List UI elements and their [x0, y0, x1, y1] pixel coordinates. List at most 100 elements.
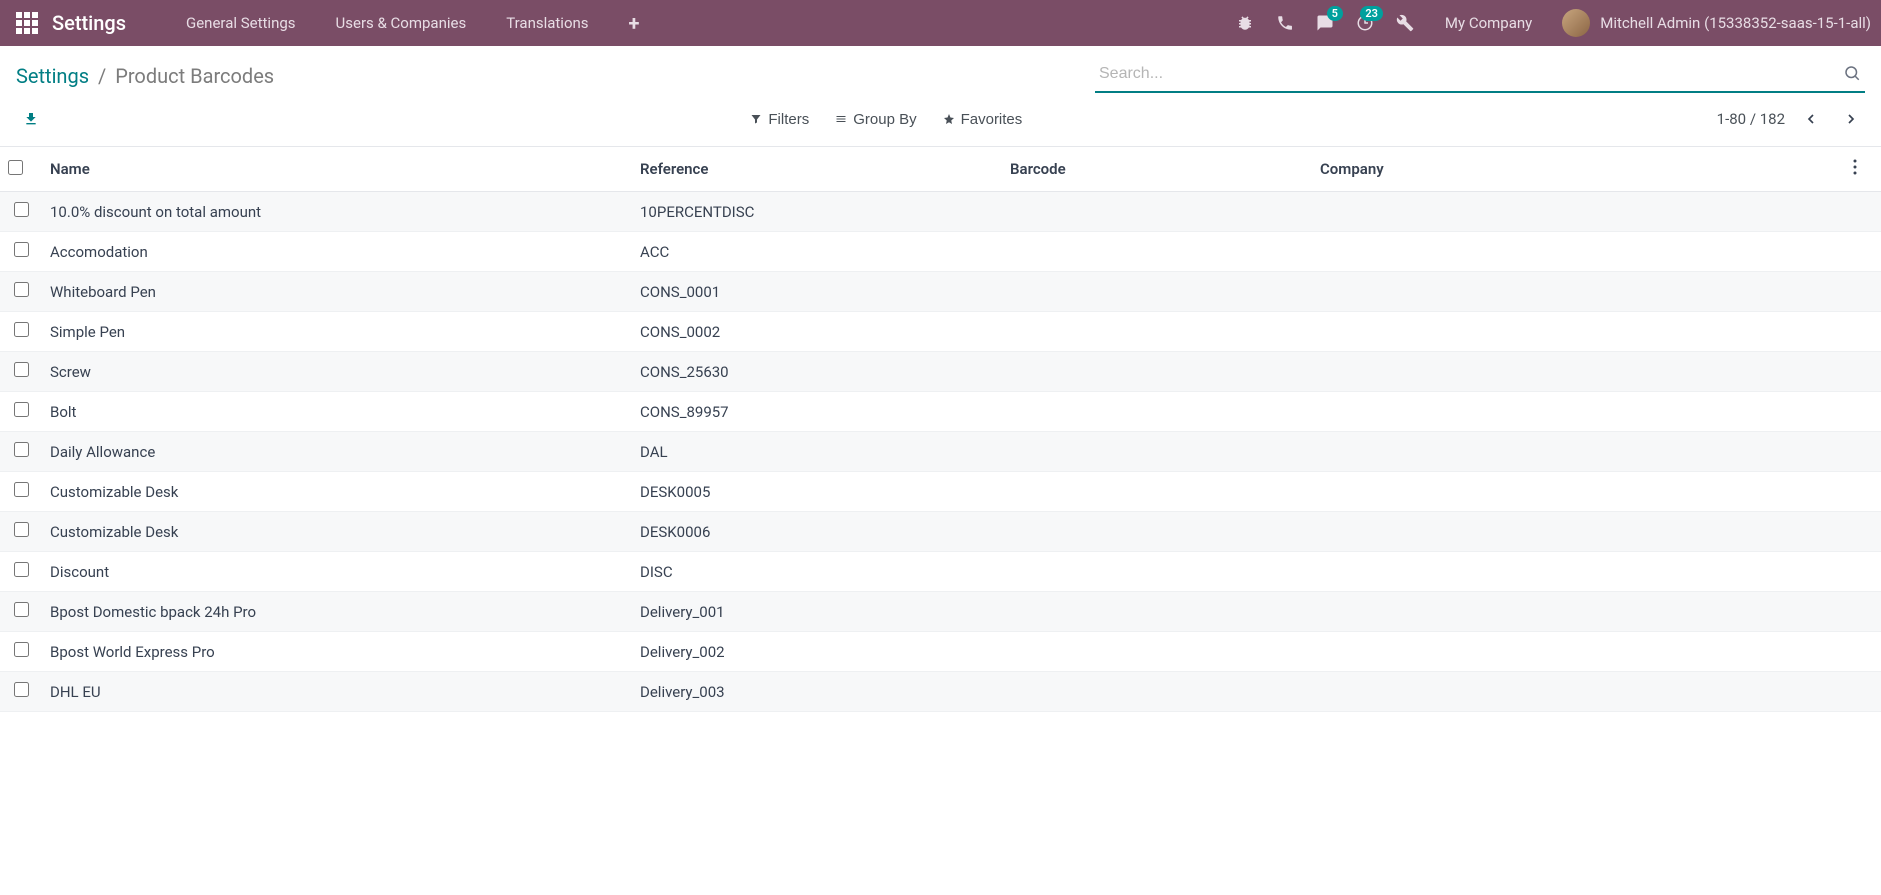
cell-company[interactable]: [1312, 472, 1845, 512]
cell-barcode[interactable]: [1002, 192, 1312, 232]
table-row[interactable]: ScrewCONS_25630: [0, 352, 1881, 392]
table-row[interactable]: Customizable DeskDESK0005: [0, 472, 1881, 512]
pager-prev-button[interactable]: [1797, 105, 1825, 133]
column-header-barcode[interactable]: Barcode: [1002, 147, 1312, 192]
table-row[interactable]: Simple PenCONS_0002: [0, 312, 1881, 352]
nav-item-general-settings[interactable]: General Settings: [166, 14, 316, 32]
nav-add-menu-icon[interactable]: +: [609, 11, 660, 35]
cell-barcode[interactable]: [1002, 272, 1312, 312]
cell-barcode[interactable]: [1002, 232, 1312, 272]
cell-reference[interactable]: ACC: [632, 232, 1002, 272]
company-selector[interactable]: My Company: [1425, 14, 1552, 32]
cell-reference[interactable]: Delivery_002: [632, 632, 1002, 672]
user-menu[interactable]: Mitchell Admin (15338352-saas-15-1-all): [1552, 9, 1871, 37]
cell-name[interactable]: Discount: [42, 552, 632, 592]
row-checkbox[interactable]: [14, 282, 29, 297]
cell-company[interactable]: [1312, 632, 1845, 672]
cell-company[interactable]: [1312, 672, 1845, 712]
cell-reference[interactable]: CONS_25630: [632, 352, 1002, 392]
cell-reference[interactable]: 10PERCENTDISC: [632, 192, 1002, 232]
cell-barcode[interactable]: [1002, 352, 1312, 392]
cell-reference[interactable]: DAL: [632, 432, 1002, 472]
messages-icon[interactable]: 5: [1305, 0, 1345, 46]
row-checkbox[interactable]: [14, 322, 29, 337]
tools-icon[interactable]: [1385, 0, 1425, 46]
cell-company[interactable]: [1312, 312, 1845, 352]
cell-name[interactable]: DHL EU: [42, 672, 632, 712]
nav-item-translations[interactable]: Translations: [486, 14, 608, 32]
column-header-company[interactable]: Company: [1312, 147, 1845, 192]
cell-barcode[interactable]: [1002, 632, 1312, 672]
cell-name[interactable]: Screw: [42, 352, 632, 392]
table-row[interactable]: AccomodationACC: [0, 232, 1881, 272]
column-header-name[interactable]: Name: [42, 147, 632, 192]
column-header-reference[interactable]: Reference: [632, 147, 1002, 192]
row-checkbox[interactable]: [14, 402, 29, 417]
cell-name[interactable]: Customizable Desk: [42, 512, 632, 552]
cell-name[interactable]: Whiteboard Pen: [42, 272, 632, 312]
pager-next-button[interactable]: [1837, 105, 1865, 133]
cell-company[interactable]: [1312, 432, 1845, 472]
cell-name[interactable]: Bolt: [42, 392, 632, 432]
cell-barcode[interactable]: [1002, 592, 1312, 632]
cell-name[interactable]: 10.0% discount on total amount: [42, 192, 632, 232]
cell-barcode[interactable]: [1002, 672, 1312, 712]
row-checkbox[interactable]: [14, 522, 29, 537]
cell-barcode[interactable]: [1002, 512, 1312, 552]
row-checkbox[interactable]: [14, 562, 29, 577]
cell-company[interactable]: [1312, 352, 1845, 392]
cell-company[interactable]: [1312, 552, 1845, 592]
table-row[interactable]: Daily AllowanceDAL: [0, 432, 1881, 472]
cell-reference[interactable]: DESK0005: [632, 472, 1002, 512]
cell-reference[interactable]: DISC: [632, 552, 1002, 592]
debug-icon[interactable]: [1225, 0, 1265, 46]
table-row[interactable]: Whiteboard PenCONS_0001: [0, 272, 1881, 312]
cell-name[interactable]: Daily Allowance: [42, 432, 632, 472]
breadcrumb-root[interactable]: Settings: [16, 64, 89, 88]
cell-company[interactable]: [1312, 272, 1845, 312]
cell-name[interactable]: Accomodation: [42, 232, 632, 272]
cell-reference[interactable]: DESK0006: [632, 512, 1002, 552]
table-row[interactable]: DiscountDISC: [0, 552, 1881, 592]
cell-barcode[interactable]: [1002, 472, 1312, 512]
filters-button[interactable]: Filters: [750, 111, 809, 128]
row-checkbox[interactable]: [14, 362, 29, 377]
nav-item-users-companies[interactable]: Users & Companies: [316, 14, 487, 32]
pager-range[interactable]: 1-80 / 182: [1717, 110, 1785, 128]
select-all-checkbox[interactable]: [8, 160, 23, 175]
app-title[interactable]: Settings: [52, 11, 126, 35]
row-checkbox[interactable]: [14, 682, 29, 697]
phone-icon[interactable]: [1265, 0, 1305, 46]
table-row[interactable]: BoltCONS_89957: [0, 392, 1881, 432]
cell-reference[interactable]: CONS_0001: [632, 272, 1002, 312]
favorites-button[interactable]: Favorites: [943, 111, 1023, 128]
cell-name[interactable]: Bpost Domestic bpack 24h Pro: [42, 592, 632, 632]
cell-barcode[interactable]: [1002, 432, 1312, 472]
groupby-button[interactable]: Group By: [835, 111, 916, 128]
column-options[interactable]: [1845, 147, 1881, 192]
search-input[interactable]: [1095, 59, 1839, 89]
cell-company[interactable]: [1312, 592, 1845, 632]
activities-icon[interactable]: 23: [1345, 0, 1385, 46]
search-icon[interactable]: [1839, 60, 1865, 89]
cell-barcode[interactable]: [1002, 312, 1312, 352]
row-checkbox[interactable]: [14, 202, 29, 217]
table-row[interactable]: 10.0% discount on total amount10PERCENTD…: [0, 192, 1881, 232]
cell-company[interactable]: [1312, 192, 1845, 232]
apps-launcher-icon[interactable]: [16, 12, 38, 34]
cell-name[interactable]: Simple Pen: [42, 312, 632, 352]
cell-barcode[interactable]: [1002, 392, 1312, 432]
cell-reference[interactable]: Delivery_003: [632, 672, 1002, 712]
row-checkbox[interactable]: [14, 602, 29, 617]
table-row[interactable]: Bpost World Express ProDelivery_002: [0, 632, 1881, 672]
cell-name[interactable]: Customizable Desk: [42, 472, 632, 512]
table-row[interactable]: DHL EUDelivery_003: [0, 672, 1881, 712]
cell-name[interactable]: Bpost World Express Pro: [42, 632, 632, 672]
row-checkbox[interactable]: [14, 482, 29, 497]
table-row[interactable]: Customizable DeskDESK0006: [0, 512, 1881, 552]
cell-reference[interactable]: CONS_89957: [632, 392, 1002, 432]
row-checkbox[interactable]: [14, 242, 29, 257]
cell-reference[interactable]: CONS_0002: [632, 312, 1002, 352]
table-row[interactable]: Bpost Domestic bpack 24h ProDelivery_001: [0, 592, 1881, 632]
cell-barcode[interactable]: [1002, 552, 1312, 592]
